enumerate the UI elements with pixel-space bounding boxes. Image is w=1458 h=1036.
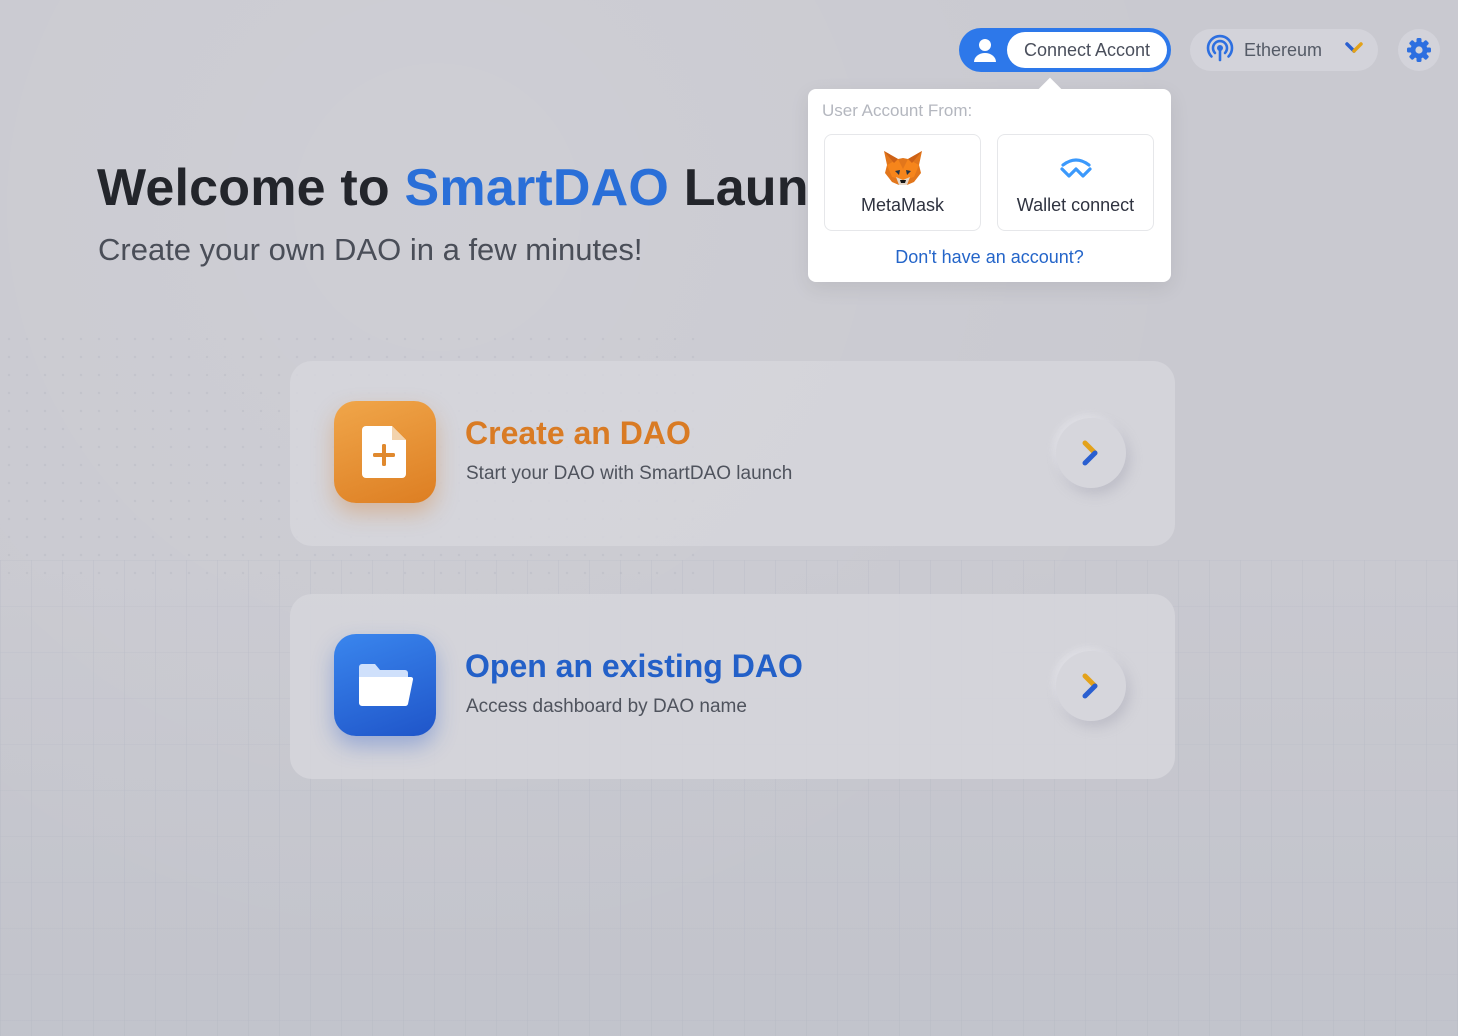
gear-icon	[1407, 38, 1431, 62]
create-dao-card[interactable]: Create an DAO Start your DAO with SmartD…	[290, 361, 1175, 546]
add-file-icon	[334, 401, 436, 503]
page-subtitle: Create your own DAO in a few minutes!	[98, 232, 643, 267]
walletconnect-option[interactable]: Wallet connect	[997, 134, 1154, 231]
open-dao-card[interactable]: Open an existing DAO Access dashboard by…	[290, 594, 1175, 779]
open-dao-title: Open an existing DAO	[465, 648, 803, 684]
chevron-right-icon	[1082, 673, 1098, 699]
network-selector[interactable]: Ethereum	[1190, 29, 1378, 71]
create-dao-description: Start your DAO with SmartDAO launch	[466, 463, 793, 484]
metamask-option[interactable]: MetaMask	[824, 134, 981, 231]
popover-heading: User Account From:	[822, 101, 973, 120]
open-dao-arrow-button[interactable]	[1056, 651, 1126, 721]
connect-account-label: Connect Accont	[1007, 32, 1167, 68]
chevron-right-icon	[1082, 440, 1098, 466]
network-label: Ethereum	[1244, 39, 1323, 60]
metamask-label: MetaMask	[860, 195, 945, 215]
walletconnect-icon	[1059, 149, 1093, 187]
connect-account-button[interactable]: Connect Accont	[959, 28, 1171, 72]
chevron-down-icon	[1344, 40, 1364, 61]
create-dao-arrow-button[interactable]	[1056, 418, 1126, 488]
open-dao-description: Access dashboard by DAO name	[466, 696, 747, 717]
no-account-link[interactable]: Don't have an account?	[808, 247, 1171, 268]
page-title: Welcome to SmartDAO Launch	[97, 158, 870, 218]
metamask-fox-icon	[881, 149, 925, 187]
walletconnect-label: Wallet connect	[1016, 195, 1135, 215]
title-brand: SmartDAO	[404, 159, 670, 217]
account-popover: User Account From: MetaMask Wallet conne…	[808, 89, 1171, 282]
broadcast-icon	[1206, 34, 1234, 67]
folder-icon	[334, 634, 436, 736]
user-icon	[963, 32, 1007, 68]
title-prefix: Welcome to	[97, 159, 405, 217]
create-dao-title: Create an DAO	[465, 415, 691, 451]
settings-button[interactable]	[1398, 29, 1440, 71]
